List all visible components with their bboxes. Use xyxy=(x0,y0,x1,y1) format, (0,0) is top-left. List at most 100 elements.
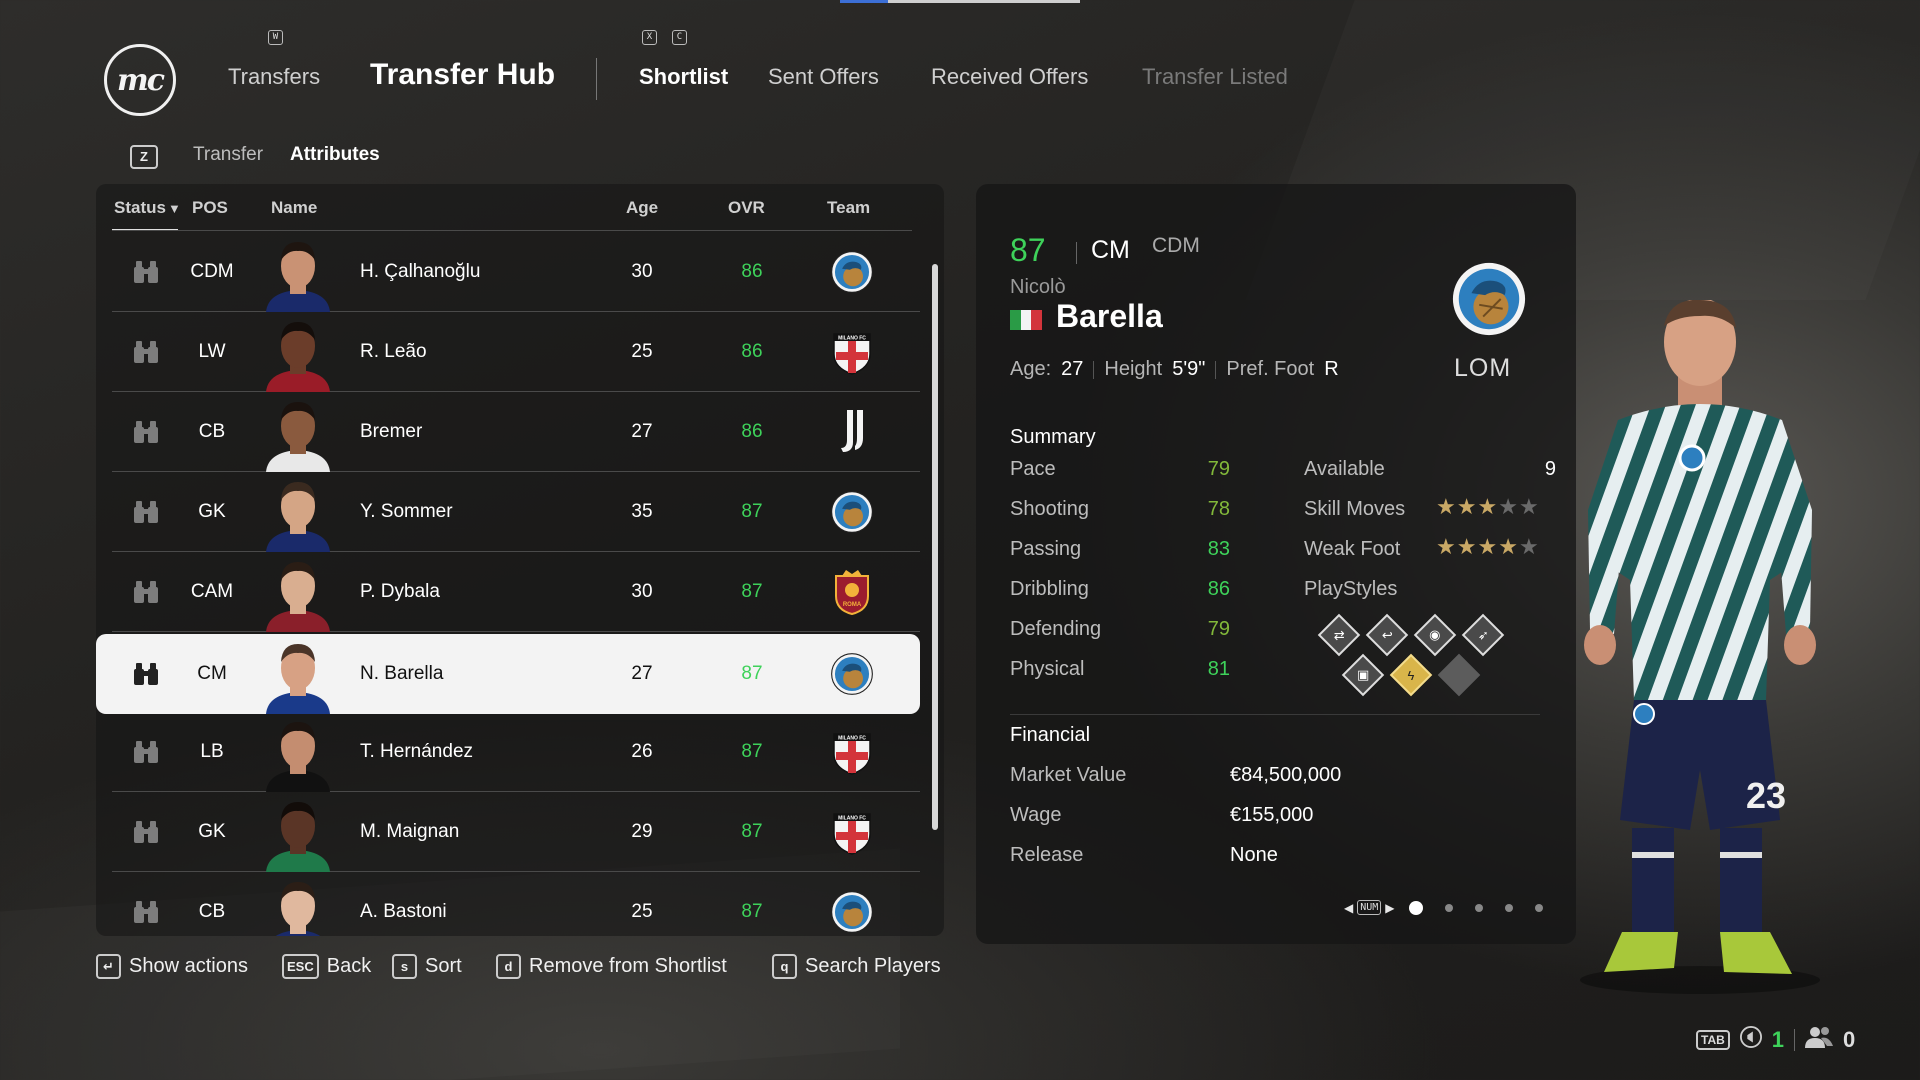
nav-transfers[interactable]: Transfers xyxy=(228,64,320,90)
release-value: None xyxy=(1230,844,1278,866)
subtab-transfer[interactable]: Transfer xyxy=(193,144,263,166)
stat-label-passing: Passing xyxy=(1010,538,1082,560)
tab-transfer-listed[interactable]: Transfer Listed xyxy=(1142,64,1288,90)
svg-text:MILANO FC: MILANO FC xyxy=(838,336,866,342)
playstyle-hook-icon[interactable]: ↩ xyxy=(1365,613,1409,657)
action-show-actions-button[interactable]: ↵ Show actions xyxy=(96,954,248,979)
skill-moves-stars: ★★★★★ xyxy=(1436,494,1540,520)
header-age[interactable]: Age xyxy=(626,198,658,218)
row-player-name: P. Dybala xyxy=(360,581,440,602)
pager-dot[interactable] xyxy=(1474,903,1483,912)
binoculars-icon[interactable] xyxy=(118,634,174,714)
action-label: Back xyxy=(326,955,372,977)
player-first-name: Nicolò xyxy=(1010,276,1066,298)
header-team[interactable]: Team xyxy=(827,198,870,218)
scrollbar-thumb[interactable] xyxy=(932,264,938,830)
row-ovr: 86 xyxy=(741,261,763,282)
bio-divider xyxy=(1093,360,1095,379)
binoculars-icon[interactable] xyxy=(118,232,174,312)
svg-text:MILANO FC: MILANO FC xyxy=(838,736,866,742)
section-divider xyxy=(1010,714,1540,715)
pager-dot[interactable] xyxy=(1534,903,1543,912)
tab-shortlist[interactable]: Shortlist xyxy=(639,64,728,90)
binoculars-icon[interactable] xyxy=(118,872,174,936)
italy-flag-icon xyxy=(1010,310,1043,330)
tab-key-hint: TAB xyxy=(1696,1030,1730,1050)
table-row[interactable]: GK M. Maignan 29 87 MILANO FC xyxy=(112,792,920,872)
stat-value-shooting: 78 xyxy=(1207,498,1230,520)
key-hint-z: Z xyxy=(130,145,158,169)
inter-crest-icon xyxy=(822,872,882,936)
binoculars-icon[interactable] xyxy=(118,472,174,552)
player-position: CM xyxy=(1091,236,1130,264)
header-status[interactable]: Status ▼ xyxy=(114,198,181,218)
tab-sent-offers[interactable]: Sent Offers xyxy=(768,64,879,90)
tab-received-offers[interactable]: Received Offers xyxy=(931,64,1088,90)
stat-label-shooting: Shooting xyxy=(1010,498,1089,520)
summary-title: Summary xyxy=(1010,426,1096,448)
star-icon: ★ xyxy=(1477,494,1499,519)
row-position: LW xyxy=(198,341,226,362)
table-row[interactable]: LB T. Hernández 26 87 MILANO FC xyxy=(112,712,920,792)
pager-left-icon[interactable]: ◀ xyxy=(1344,901,1353,915)
row-age: 30 xyxy=(631,261,653,282)
pager-dot[interactable] xyxy=(1408,900,1423,915)
stat-value-defending: 79 xyxy=(1207,618,1230,640)
key-hint: ↵ xyxy=(96,954,121,979)
playstyle-raccoon-icon[interactable]: ◉ xyxy=(1413,613,1457,657)
row-position: GK xyxy=(198,501,226,522)
binoculars-icon[interactable] xyxy=(118,392,174,472)
inter-crest-icon xyxy=(822,472,882,552)
divider xyxy=(1794,1029,1796,1051)
binoculars-icon[interactable] xyxy=(118,312,174,392)
table-row[interactable]: CB Bremer 27 86 xyxy=(112,392,920,472)
table-row[interactable]: CAM P. Dybala 30 87 ROMA xyxy=(112,552,920,632)
nav-transfer-hub[interactable]: Transfer Hub xyxy=(370,58,555,92)
action-remove-from-shortlist-button[interactable]: d Remove from Shortlist xyxy=(496,954,727,979)
foot-label: Pref. Foot xyxy=(1226,358,1315,380)
pager-dot[interactable] xyxy=(1444,903,1453,912)
playstyle-lightning-icon[interactable]: ϟ xyxy=(1389,653,1433,697)
header-name[interactable]: Name xyxy=(271,198,317,218)
table-row[interactable]: CDM H. Çalhanoğlu 30 86 xyxy=(112,232,920,312)
table-row[interactable]: GK Y. Sommer 35 87 xyxy=(112,472,920,552)
playstyle-box-icon[interactable]: ▣ xyxy=(1341,653,1385,697)
star-icon: ★ xyxy=(1518,534,1540,559)
count-two: 0 xyxy=(1843,1027,1856,1052)
header-ovr[interactable]: OVR xyxy=(728,198,765,218)
club-crest-icon xyxy=(1450,260,1528,343)
row-age: 25 xyxy=(631,341,653,362)
row-ovr: 87 xyxy=(741,501,763,522)
age-value: 27 xyxy=(1061,358,1084,380)
page-indicator[interactable]: ◀ NUM ▶ xyxy=(1344,900,1543,915)
pager-dot[interactable] xyxy=(1504,903,1513,912)
pager-right-icon[interactable]: ▶ xyxy=(1385,901,1394,915)
action-sort-button[interactable]: s Sort xyxy=(392,954,462,979)
binoculars-icon[interactable] xyxy=(118,792,174,872)
playstyle-empty-icon[interactable] xyxy=(1437,653,1481,697)
header-pos[interactable]: POS xyxy=(192,198,228,218)
table-row[interactable]: CB A. Bastoni 25 87 xyxy=(112,872,920,936)
row-ovr: 87 xyxy=(741,663,763,684)
nav-divider xyxy=(596,58,597,100)
inter-crest-icon xyxy=(822,634,882,714)
row-player-name: T. Hernández xyxy=(360,741,474,762)
table-row[interactable]: CM N. Barella 27 87 xyxy=(96,634,920,714)
action-back-button[interactable]: ESC Back xyxy=(282,954,371,979)
milano-crest-icon: MILANO FC xyxy=(822,792,882,872)
milano-crest-icon: MILANO FC xyxy=(822,312,882,392)
row-player-name: R. Leão xyxy=(360,341,427,362)
subtab-attributes[interactable]: Attributes xyxy=(290,144,380,166)
playstyle-runner-icon[interactable]: ➶ xyxy=(1461,613,1505,657)
key-hint: s xyxy=(392,954,417,979)
playstyle-arrows-icon[interactable]: ⇄ xyxy=(1317,613,1361,657)
star-icon: ★ xyxy=(1477,534,1499,559)
binoculars-icon[interactable] xyxy=(118,552,174,632)
ovr-divider xyxy=(1076,242,1077,264)
row-age: 30 xyxy=(631,581,653,602)
binoculars-icon[interactable] xyxy=(118,712,174,792)
table-row[interactable]: LW R. Leão 25 86 MILANO FC xyxy=(112,312,920,392)
milano-crest-icon: MILANO FC xyxy=(822,712,882,792)
market-value-label: Market Value xyxy=(1010,764,1127,786)
action-search-players-button[interactable]: q Search Players xyxy=(772,954,941,979)
